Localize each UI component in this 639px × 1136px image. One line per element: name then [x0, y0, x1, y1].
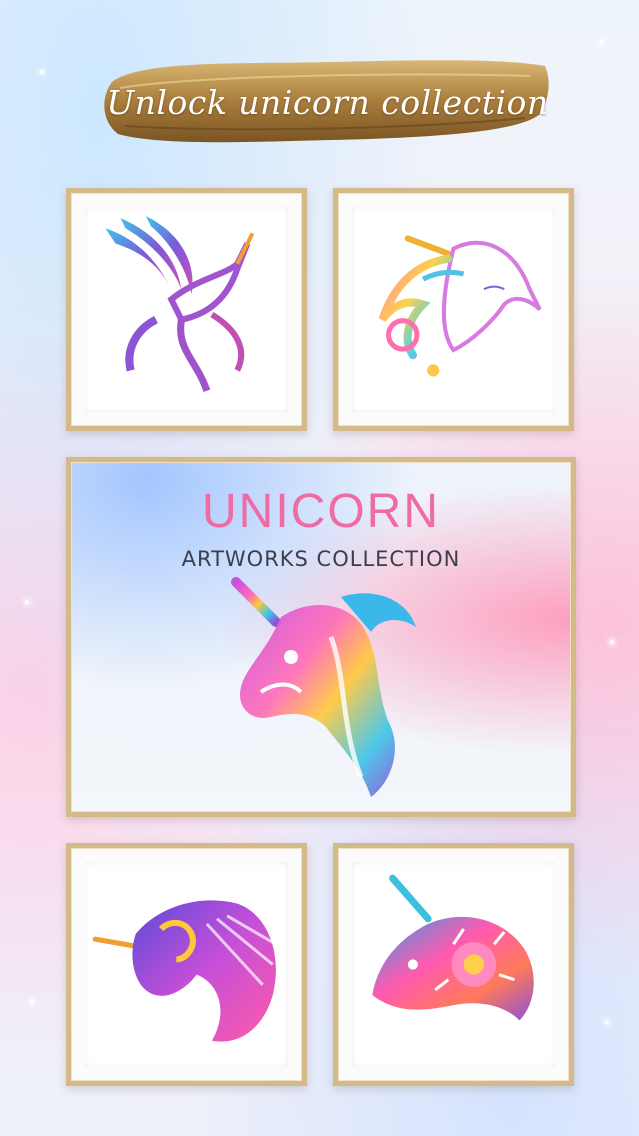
flying-pegasus-icon: [105, 216, 255, 392]
artwork-card-pegasus[interactable]: [66, 188, 307, 431]
artwork-card-winged-unicorn[interactable]: [66, 843, 307, 1086]
artwork-card-mandala-unicorn[interactable]: [333, 843, 574, 1086]
artwork-card-unicorn-swirl[interactable]: [333, 188, 574, 431]
feature-title: UNICORN: [202, 485, 440, 538]
mandala-unicorn-icon: [372, 874, 534, 1021]
sparkle: [30, 1000, 34, 1004]
feature-subtitle: ARTWORKS COLLECTION: [181, 547, 461, 571]
unlock-banner[interactable]: Unlock unicorn collection: [100, 52, 555, 152]
banner-title: Unlock unicorn collection: [106, 82, 549, 122]
sparkle: [25, 600, 29, 604]
unicorn-head-swirl-icon: [378, 235, 542, 377]
sparkle: [600, 40, 604, 44]
glitter-unicorn-head-icon: [231, 577, 416, 797]
sparkle: [610, 640, 614, 644]
sparkle: [40, 70, 44, 74]
sparkle: [605, 1020, 609, 1024]
featured-collection-card[interactable]: UNICORN ARTWORKS COLLECTION: [66, 457, 576, 817]
winged-unicorn-icon: [92, 900, 277, 1042]
